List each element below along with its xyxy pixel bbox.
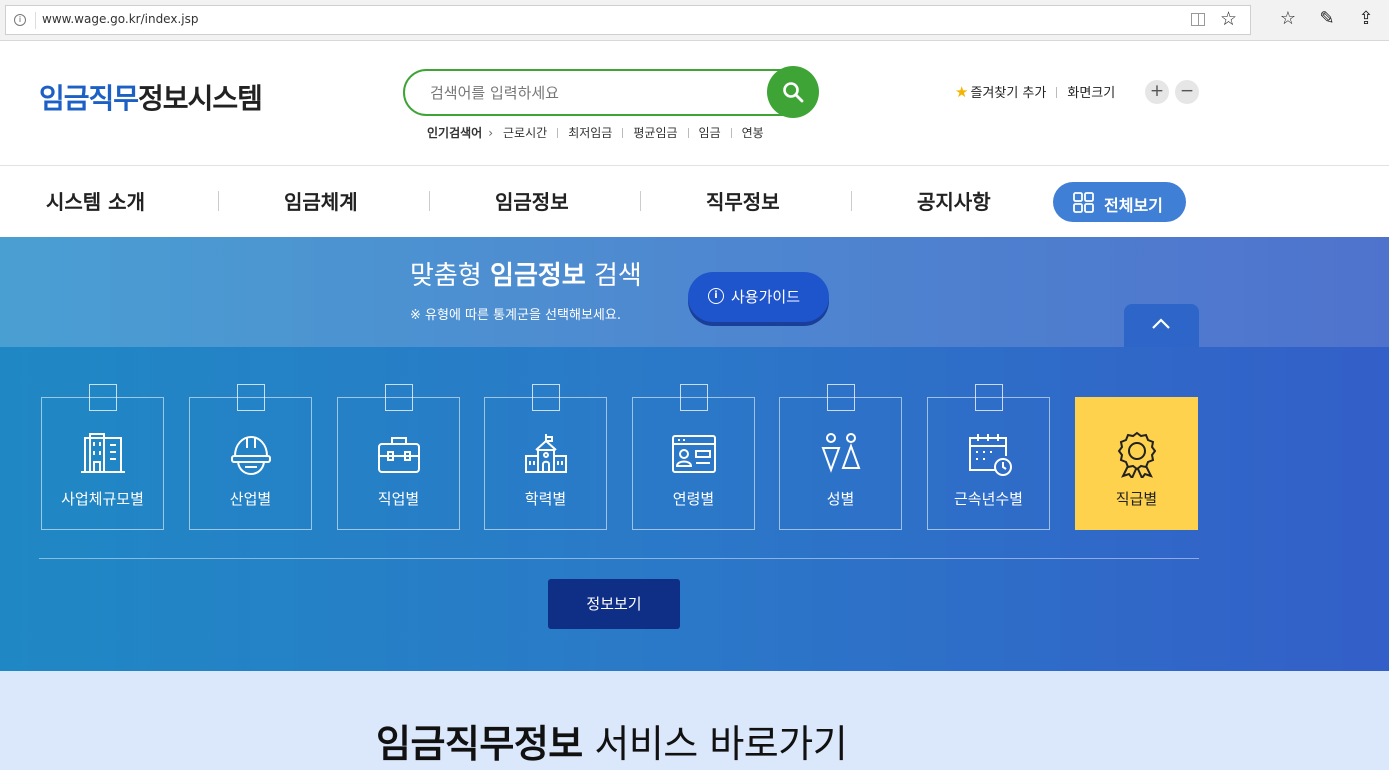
reading-view-icon[interactable] [1191, 13, 1205, 26]
favorite-star-icon[interactable]: ☆ [1220, 8, 1237, 30]
search-box [403, 69, 813, 116]
service-shortcut-section: 임금직무정보 서비스 바로가기 [0, 671, 1389, 770]
hero-subtitle: ※ 유형에 따른 통계군을 선택해보세요. [410, 308, 621, 323]
category-occupation[interactable]: 직업별 [337, 384, 460, 530]
collapse-toggle[interactable] [1124, 304, 1199, 347]
zoom-out-button[interactable]: − [1175, 80, 1199, 104]
view-all-button[interactable]: 전체보기 [1053, 182, 1186, 222]
add-favorite-link[interactable]: 즐겨찾기 추가 [970, 86, 1046, 101]
chevron-right-icon: › [488, 126, 494, 140]
grid-icon [1073, 192, 1094, 213]
chevron-up-icon [1152, 318, 1170, 329]
category-label: 직업별 [377, 490, 420, 508]
hero-title: 맞춤형 임금정보 검색 [410, 261, 642, 291]
hero-header: 맞춤형 임금정보 검색 ※ 유형에 따른 통계군을 선택해보세요. i 사용가이… [0, 237, 1389, 347]
site-header: 임금직무정보시스템 인기검색어 › 근로시간 최저임금 평균임금 임금 연봉 ★즐겨찾기 추… [0, 41, 1389, 166]
popular-keyword[interactable]: 평균임금 [633, 124, 677, 141]
share-icon[interactable]: ⇪ [1355, 8, 1377, 29]
user-guide-label: 사용가이드 [731, 288, 801, 306]
main-nav: 시스템 소개 임금체계 임금정보 직무정보 공지사항 전체보기 [0, 166, 1389, 237]
category-label: 성별 [826, 490, 855, 508]
category-age[interactable]: 연령별 [632, 384, 755, 530]
category-label: 학력별 [524, 490, 567, 508]
id-card-icon [672, 435, 716, 473]
hero-divider [39, 558, 1199, 559]
logo-blue-text: 임금직무 [39, 82, 139, 115]
category-label: 직급별 [1115, 490, 1158, 508]
category-tenure[interactable]: 근속년수별 [927, 384, 1050, 530]
search-input[interactable] [430, 81, 760, 105]
view-all-label: 전체보기 [1104, 196, 1163, 215]
popular-keyword[interactable]: 최저임금 [568, 124, 612, 141]
address-bar[interactable]: i www.wage.go.kr/index.jsp ☆ [5, 5, 1251, 35]
category-education[interactable]: 학력별 [484, 384, 607, 530]
category-label: 연령별 [672, 490, 715, 508]
category-label: 사업체규모별 [61, 490, 144, 508]
category-gender[interactable]: 성별 [779, 384, 902, 530]
nav-item-wage-info[interactable]: 임금정보 [495, 186, 569, 215]
service-title: 임금직무정보 서비스 바로가기 [376, 722, 848, 766]
category-industry[interactable]: 산업별 [189, 384, 312, 530]
popular-keyword[interactable]: 연봉 [742, 124, 764, 141]
nav-item-system-intro[interactable]: 시스템 소개 [46, 186, 145, 215]
nav-item-notice[interactable]: 공지사항 [917, 186, 991, 215]
view-info-button[interactable]: 정보보기 [548, 579, 680, 629]
browser-toolbar: i www.wage.go.kr/index.jsp ☆ ☆ ✎ ⇪ [0, 0, 1389, 41]
category-label: 근속년수별 [953, 490, 1023, 508]
address-separator [35, 12, 36, 29]
popular-keyword[interactable]: 근로시간 [503, 124, 547, 141]
header-utilities: ★ 즐겨찾기 추가 화면크기 [955, 82, 1115, 101]
custom-wage-search-section: 맞춤형 임금정보 검색 ※ 유형에 따른 통계군을 선택해보세요. i 사용가이… [0, 237, 1389, 671]
address-url[interactable]: www.wage.go.kr/index.jsp [42, 12, 198, 26]
nav-item-job-info[interactable]: 직무정보 [706, 186, 780, 215]
site-logo[interactable]: 임금직무정보시스템 [39, 77, 263, 117]
popular-keyword[interactable]: 임금 [699, 124, 721, 141]
star-icon: ★ [955, 83, 969, 101]
nav-item-wage-system[interactable]: 임금체계 [284, 186, 358, 215]
popular-keywords: 인기검색어 › 근로시간 최저임금 평균임금 임금 연봉 [427, 124, 764, 141]
hardhat-icon [231, 435, 271, 476]
zoom-in-button[interactable]: + [1145, 80, 1169, 104]
logo-dark-text: 정보시스템 [138, 82, 263, 115]
gender-icon [821, 433, 861, 473]
toolbox-icon [378, 437, 420, 473]
building-icon [81, 433, 125, 473]
category-label: 산업별 [229, 490, 272, 508]
user-guide-button[interactable]: i 사용가이드 [688, 272, 829, 322]
info-icon: i [708, 288, 724, 304]
school-icon [525, 434, 567, 473]
category-company-size[interactable]: 사업체규모별 [41, 384, 164, 530]
medal-icon [1117, 431, 1157, 478]
popular-keywords-label: 인기검색어 [427, 126, 483, 140]
search-icon [783, 82, 804, 103]
category-position[interactable]: 직급별 [1075, 397, 1198, 530]
screen-size-label: 화면크기 [1067, 86, 1116, 101]
calendar-icon [969, 434, 1012, 476]
pen-note-icon[interactable]: ✎ [1316, 8, 1338, 29]
search-button[interactable] [767, 66, 819, 118]
site-info-icon[interactable]: i [14, 14, 26, 26]
favorites-list-icon[interactable]: ☆ [1277, 8, 1299, 29]
